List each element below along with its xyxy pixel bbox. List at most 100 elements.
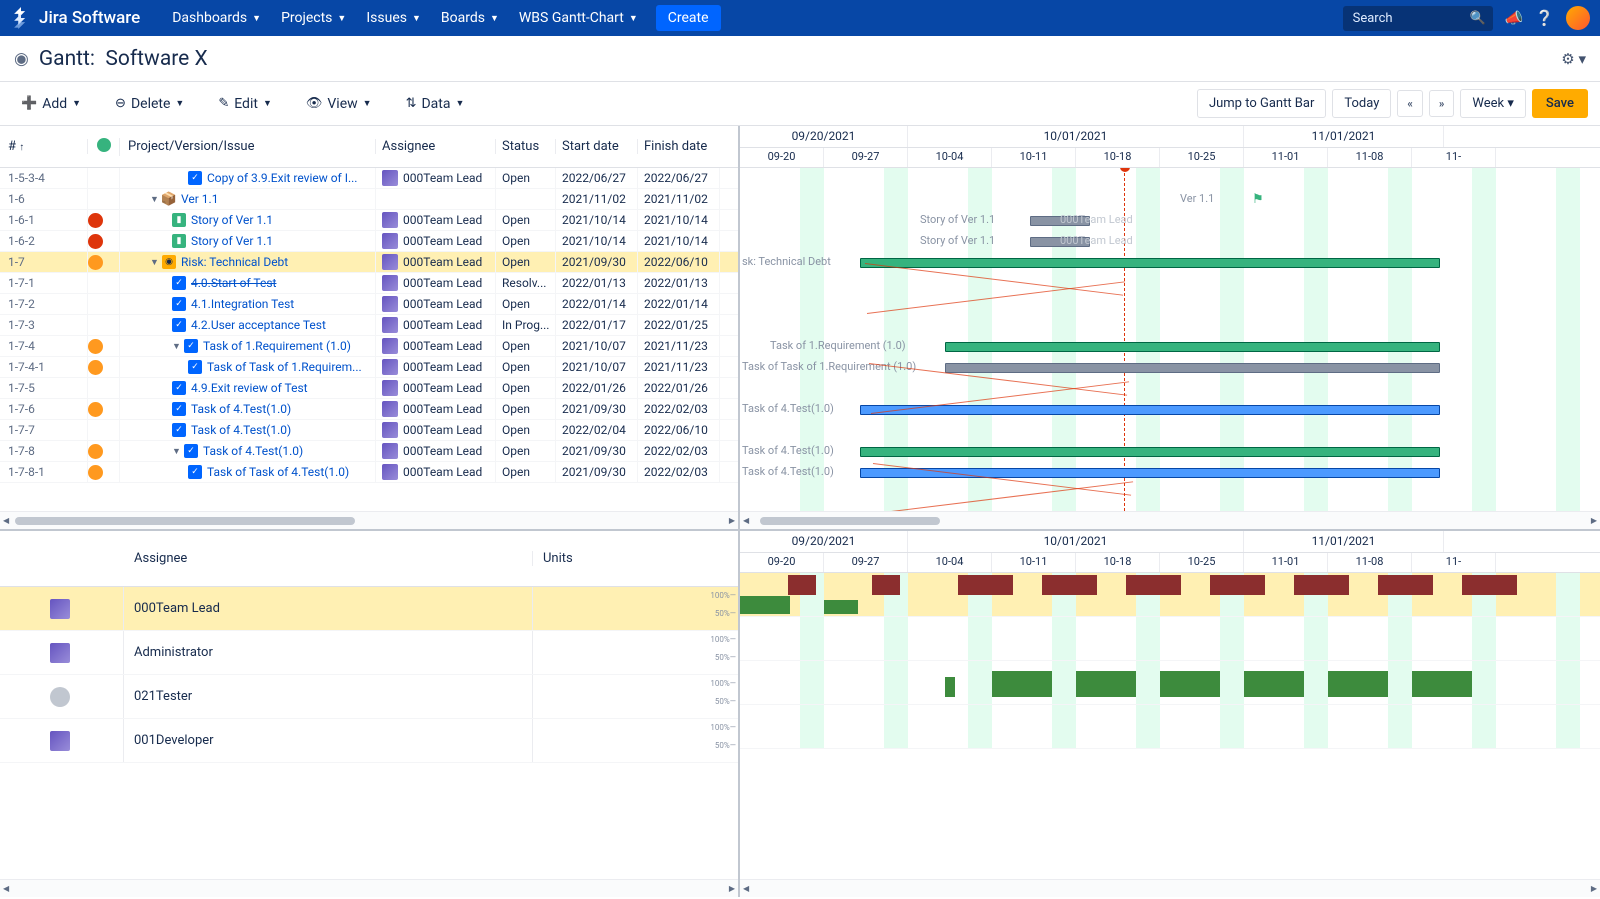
delete-button[interactable]: ⊖Delete▼ (106, 91, 193, 117)
col-issue[interactable]: Project/Version/Issue (120, 139, 376, 154)
help-icon[interactable]: ❔ (1535, 9, 1554, 27)
resource-header: Assignee Units (0, 531, 738, 587)
add-button[interactable]: ➕Add▼ (12, 91, 90, 117)
expand-icon[interactable]: ▼ (172, 341, 184, 352)
table-row[interactable]: 1-7-8 ▼✓Task of 4.Test(1.0) 000Team Lead… (0, 441, 738, 462)
issue-link[interactable]: 4.9.Exit review of Test (191, 381, 308, 395)
resource-row[interactable]: 021Tester 100%— 50%— (0, 675, 738, 719)
delete-icon: ⊖ (115, 96, 126, 111)
avatar-icon (382, 443, 398, 459)
table-row[interactable]: 1-7-4-1 ✓Task of Task of 1.Requirem... 0… (0, 357, 738, 378)
col-assignee[interactable]: Assignee (376, 139, 496, 154)
gantt-bar[interactable] (860, 258, 1440, 268)
today-button[interactable]: Today (1332, 89, 1391, 118)
gantt-bar-label: Task of 4.Test(1.0) (742, 402, 834, 415)
table-row[interactable]: 1-5-3-4 ✓Copy of 3.9.Exit review of I...… (0, 168, 738, 189)
page-title: Software X (105, 47, 207, 71)
grid-h-scrollbar[interactable] (0, 511, 738, 529)
task-icon: ✓ (188, 171, 202, 185)
load-normal (1076, 671, 1136, 697)
table-row[interactable]: 1-6-2 ▮Story of Ver 1.1 000Team Lead Ope… (0, 231, 738, 252)
gantt-h-scrollbar[interactable] (740, 511, 1600, 529)
load-overbook (1126, 575, 1181, 595)
issue-link[interactable]: 4.2.User acceptance Test (191, 318, 326, 332)
resource-row[interactable]: 001Developer 100%— 50%— (0, 719, 738, 763)
nav-item-boards[interactable]: Boards▼ (431, 10, 509, 26)
table-row[interactable]: 1-7-6 ✓Task of 4.Test(1.0) 000Team Lead … (0, 399, 738, 420)
expand-icon[interactable]: ▼ (172, 446, 184, 457)
resource-row[interactable]: Administrator 100%— 50%— (0, 631, 738, 675)
nav-item-dashboards[interactable]: Dashboards▼ (162, 10, 271, 26)
prev-button[interactable]: « (1397, 90, 1423, 117)
gantt-bar[interactable] (945, 342, 1440, 352)
gantt-bar[interactable] (860, 447, 1440, 457)
gantt-bar[interactable] (860, 405, 1440, 415)
resource-chart-area[interactable] (740, 573, 1600, 879)
jump-button[interactable]: Jump to Gantt Bar (1197, 89, 1326, 118)
table-row[interactable]: 1-7-5 ✓4.9.Exit review of Test 000Team L… (0, 378, 738, 399)
col-res-units[interactable]: Units (533, 551, 738, 566)
issue-link[interactable]: Copy of 3.9.Exit review of I... (207, 171, 357, 185)
issue-link[interactable]: 4.1.Integration Test (191, 297, 294, 311)
resource-gantt-h-scrollbar[interactable] (740, 879, 1600, 897)
data-button[interactable]: ⇅Data▼ (397, 91, 474, 117)
issue-link[interactable]: Task of 4.Test(1.0) (203, 444, 303, 458)
issue-link[interactable]: 4.0.Start of Test (191, 276, 276, 290)
nav-item-issues[interactable]: Issues▼ (356, 10, 431, 26)
load-normal (945, 677, 955, 697)
sort-icon[interactable]: ↑ (19, 142, 24, 153)
issue-link[interactable]: Task of Task of 4.Test(1.0) (207, 465, 349, 479)
issue-link[interactable]: Story of Ver 1.1 (191, 234, 273, 248)
search-input[interactable] (1343, 6, 1493, 31)
col-res-assignee[interactable]: Assignee (124, 551, 533, 566)
table-row[interactable]: 1-6-1 ▮Story of Ver 1.1 000Team Lead Ope… (0, 210, 738, 231)
settings-icon[interactable]: ⚙ ▾ (1561, 50, 1586, 68)
eye-icon: 👁 (306, 96, 323, 111)
expand-icon[interactable]: ▼ (150, 257, 162, 268)
avatar-icon (382, 464, 398, 480)
table-row[interactable]: 1-7-2 ✓4.1.Integration Test 000Team Lead… (0, 294, 738, 315)
issue-link[interactable]: Task of 4.Test(1.0) (191, 423, 291, 437)
resource-week-header: 09-2009-2710-0410-1110-1810-2511-0111-08… (740, 553, 1600, 573)
gantt-bar-label: Task of 4.Test(1.0) (742, 465, 834, 478)
issue-link[interactable]: Risk: Technical Debt (181, 255, 288, 269)
issue-link[interactable]: Ver 1.1 (181, 192, 218, 206)
jira-logo[interactable]: Jira Software (10, 7, 140, 29)
task-icon: ✓ (172, 402, 186, 416)
table-row[interactable]: 1-7-4 ▼✓Task of 1.Requirement (1.0) 000T… (0, 336, 738, 357)
table-row[interactable]: 1-7 ▼◉Risk: Technical Debt 000Team Lead … (0, 252, 738, 273)
resource-row[interactable]: 000Team Lead 100%— 50%— (0, 587, 738, 631)
gantt-bar[interactable] (945, 363, 1440, 373)
issue-link[interactable]: Task of Task of 1.Requirem... (207, 360, 362, 374)
load-overbook (958, 575, 1013, 595)
table-row[interactable]: 1-7-8-1 ✓Task of Task of 4.Test(1.0) 000… (0, 462, 738, 483)
view-button[interactable]: 👁View▼ (297, 91, 381, 117)
avatar-icon (382, 296, 398, 312)
table-row[interactable]: 1-7-1 ✓4.0.Start of Test 000Team Lead Re… (0, 273, 738, 294)
resource-h-scrollbar[interactable] (0, 879, 738, 897)
issue-link[interactable]: Task of 4.Test(1.0) (191, 402, 291, 416)
col-status[interactable]: Status (496, 139, 556, 154)
user-avatar[interactable] (1566, 6, 1590, 30)
jira-icon (10, 7, 32, 29)
avatar-icon (382, 317, 398, 333)
issue-link[interactable]: Task of 1.Requirement (1.0) (203, 339, 351, 353)
table-row[interactable]: 1-6 ▼📦Ver 1.1 2021/11/02 2021/11/02 (0, 189, 738, 210)
table-row[interactable]: 1-7-7 ✓Task of 4.Test(1.0) 000Team Lead … (0, 420, 738, 441)
task-icon: ✓ (184, 339, 198, 353)
period-dropdown[interactable]: Week ▾ (1460, 89, 1525, 118)
col-finish[interactable]: Finish date (638, 139, 720, 154)
table-row[interactable]: 1-7-3 ✓4.2.User acceptance Test 000Team … (0, 315, 738, 336)
edit-button[interactable]: ✎Edit▼ (209, 91, 281, 117)
load-normal (1328, 671, 1388, 697)
megaphone-icon[interactable]: 📣 (1505, 9, 1524, 27)
next-button[interactable]: » (1429, 90, 1455, 117)
issue-link[interactable]: Story of Ver 1.1 (191, 213, 273, 227)
save-button[interactable]: Save (1532, 89, 1588, 118)
create-button[interactable]: Create (656, 5, 721, 31)
nav-item-projects[interactable]: Projects▼ (271, 10, 356, 26)
gantt-chart-area[interactable]: Ver 1.1⚑Story of Ver 1.1000Team LeadStor… (740, 168, 1600, 511)
pencil-icon: ✎ (218, 96, 229, 111)
nav-item-wbs-gantt-chart[interactable]: WBS Gantt-Chart▼ (509, 10, 648, 26)
col-start[interactable]: Start date (556, 139, 638, 154)
